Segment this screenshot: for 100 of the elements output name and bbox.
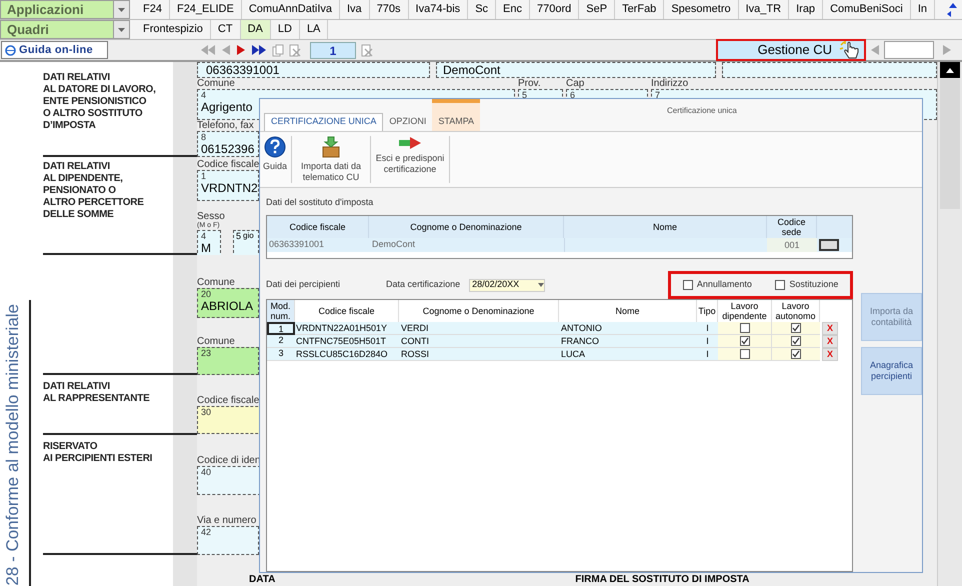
hand-cursor-icon [838,40,860,60]
table-cell: RSSLCU85C16D284O [295,348,399,361]
column-header: Tipo [697,300,718,322]
scroll-arrows-icon[interactable] [946,2,960,18]
checkbox[interactable] [740,323,750,333]
checkbox[interactable] [740,349,750,359]
checkbox[interactable] [791,349,801,359]
checkbox[interactable] [791,323,801,333]
field-value: Agrigento [201,100,254,115]
help-button[interactable]: Guida on-line [1,41,108,59]
scroll-up-button[interactable] [940,62,960,78]
input-field[interactable]: 23 [197,347,259,375]
table-cell[interactable]: 1 [267,322,295,335]
table-cell[interactable]: 2 [267,335,295,348]
field-value: VRDNTN2 [201,181,255,196]
tab[interactable]: OPZIONI [383,112,432,130]
lookup-button[interactable] [819,239,839,251]
section-heading: RISERVATO AI PERCIPIENTI ESTERI [43,441,154,465]
last-page-icon[interactable] [251,44,267,56]
tab[interactable]: STAMPA [432,99,480,130]
delete-button[interactable]: X [822,335,838,348]
table-cell: I [697,335,718,348]
field-label: Comune [197,277,236,288]
dropdown-arrow-icon [118,8,125,12]
table-cell: LUCA [559,348,697,361]
delete-button[interactable]: X [822,322,838,335]
input-field[interactable] [722,62,937,78]
field-label: Codice fiscale [197,159,259,170]
table-cell: CNTFNC75E05H501T [295,335,399,348]
input-field[interactable]: 06363391001 [197,62,430,78]
checkbox[interactable] [740,336,750,346]
field-number: 30 [201,407,212,417]
input-field[interactable]: DemoCont [436,62,716,78]
table-cell: VERDI [399,322,559,335]
side-note: 28 - Conforme al modello ministeriale [3,304,23,586]
page-number-field[interactable]: 1 [310,42,356,58]
field-label: Comune [197,78,236,89]
checkbox[interactable] [775,280,786,290]
section-title: Dati dei percipienti [266,278,340,292]
scroll-thumb[interactable] [940,79,960,209]
field-label: Prov. [518,78,542,89]
section-heading: DATI RELATIVI AL DATORE DI LAVORO, ENTE PENSIONISTICO O ALTRO SOSTITUTO D’IMPOSTA [43,72,157,132]
table-cell: FRANCO [559,335,697,348]
arrow-right-icon [398,136,422,150]
input-field[interactable] [884,41,934,59]
field-label: Telefono, fax [197,120,255,131]
table-cell: ROSSI [399,348,559,361]
ribbon-button[interactable]: Importa dati da telematico CU [293,136,370,182]
table-cell: I [697,322,718,335]
field-label: Indirizzo [651,78,690,89]
up-arrow-icon [946,68,954,72]
table-cell-text: DemoCont [371,238,416,252]
input-field[interactable]: 8 06152396 [197,131,259,157]
table-cell-text: 06363391001 [268,238,326,252]
signature-caption: FIRMA DEL SOSTITUTO DI IMPOSTA [575,574,750,585]
field-number: 23 [201,348,212,358]
tab[interactable]: CERTIFICAZIONE UNICA [264,112,384,130]
field-number: 8 [201,132,208,142]
help-icon [264,136,286,158]
checkbox[interactable] [791,336,801,346]
field-value: 06152396 [201,142,255,157]
table-cell: VRDNTN22A01H501Y [295,322,399,335]
field-value: M [201,241,212,256]
field-label: Cap [566,78,586,89]
ribbon-button[interactable]: Esci e predisponi certificazione [372,136,448,182]
checkbox[interactable] [682,280,693,290]
field-number: 42 [201,527,212,537]
field-number: 4 [201,231,208,241]
section-title: Dati del sostituto d'imposta [266,196,374,209]
scrollbar[interactable] [937,62,962,586]
input-field[interactable]: 20 ABRIOLA [197,288,259,318]
field-label: Codice fiscale [197,395,260,406]
section-heading: DATI RELATIVI AL DIPENDENTE, PENSIONATO O ALTRO PERCETTORE DELLE SOMME [43,161,145,221]
tab[interactable]: DA [240,20,271,39]
field-number: 40 [201,467,212,477]
checkbox-label: Annullamento [696,278,752,292]
field-label: gio [243,231,254,241]
combo-box[interactable]: Applicazioni [0,0,130,19]
dropdown-arrow-icon [538,283,544,287]
input-field[interactable]: 42 [197,526,259,555]
side-button[interactable]: Anagrafica percipienti [861,347,922,395]
table-cell[interactable]: 3 [267,348,295,361]
date-field[interactable]: 28/02/20XX [469,278,546,292]
field-number: 5 [236,231,242,241]
delete-button[interactable]: X [822,348,838,361]
box-download-icon [321,136,342,158]
dialog-title: Certificazione unica [667,105,737,117]
field-label: Data certificazione [386,278,460,292]
input-field[interactable]: 40 [197,466,261,495]
checkbox-label: Sostituzione [789,278,838,292]
column-header: Mod. num. [267,300,295,322]
ribbon-button[interactable]: Guida [260,136,290,182]
input-field[interactable]: 1 VRDNTN2 [197,170,259,201]
manage-button[interactable]: Gestione CU [716,39,866,61]
field-value: ABRIOLA [201,299,254,314]
combo-box[interactable]: Quadri [0,20,130,39]
next-page-icon[interactable] [236,44,246,56]
date-caption: DATA [249,574,276,585]
field-number: 1 [201,171,208,181]
field-number: 4 [201,90,208,100]
